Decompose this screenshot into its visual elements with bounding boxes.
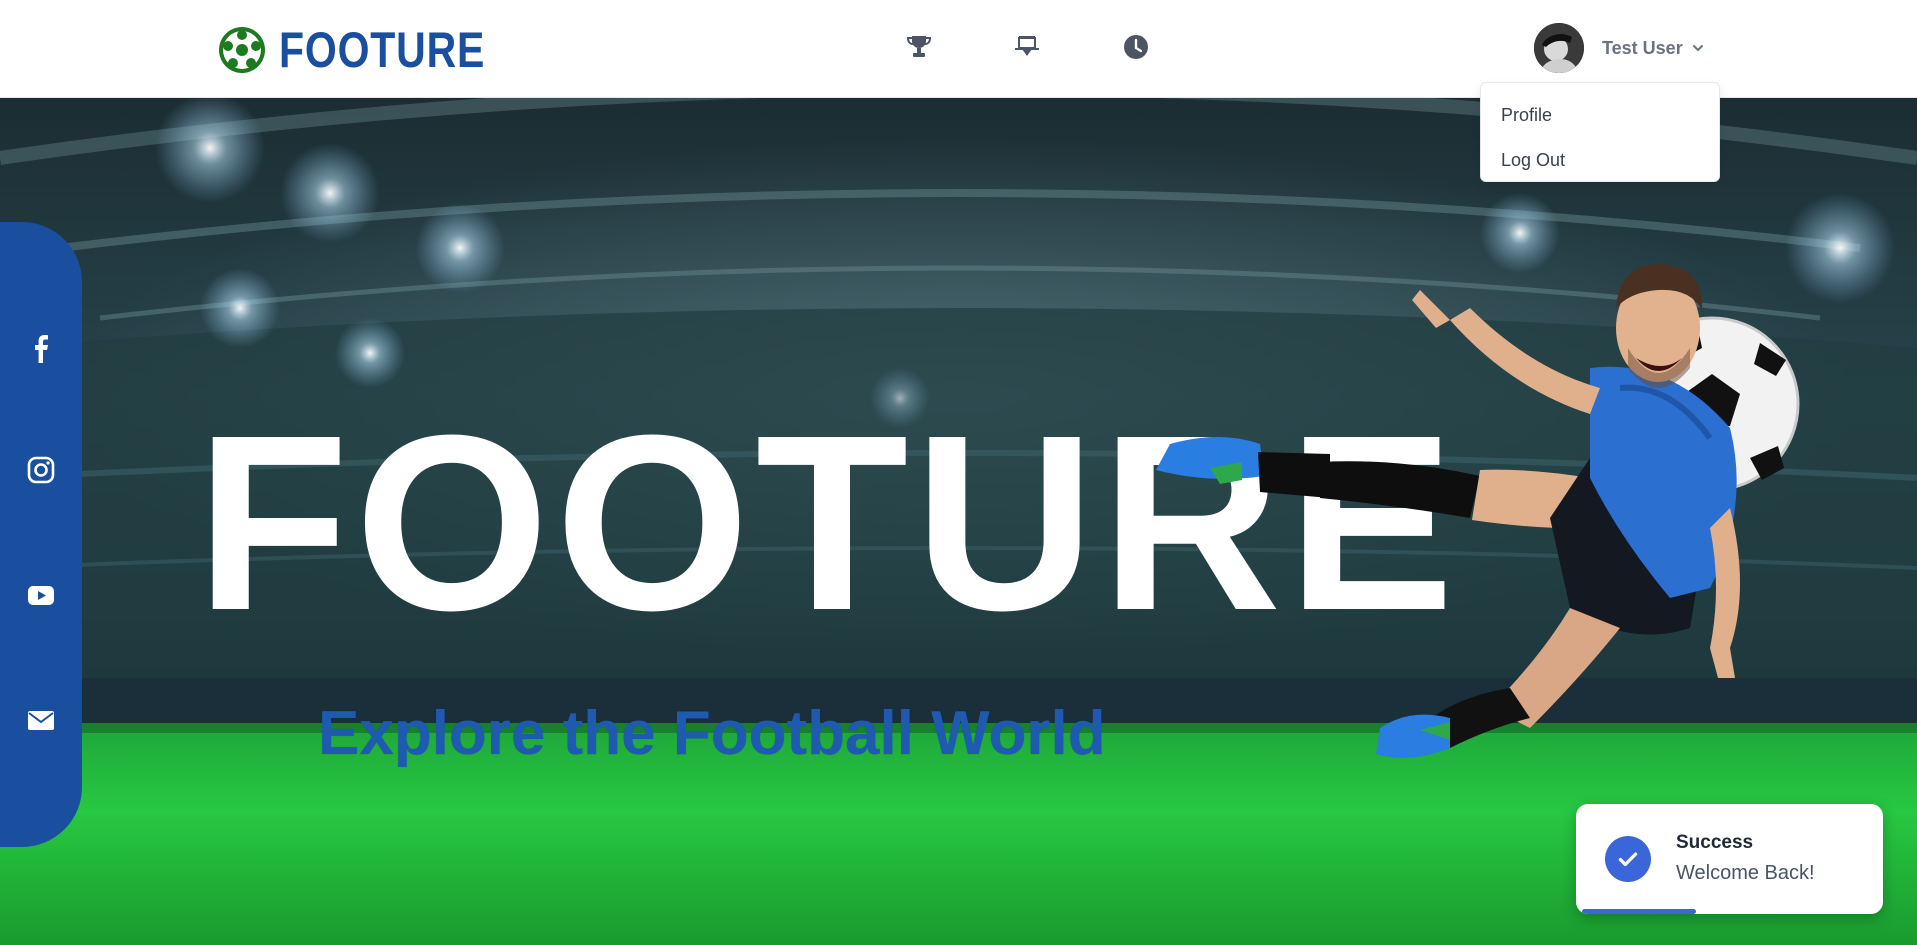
toast-progress-track	[1576, 909, 1883, 914]
soccer-ball-icon	[219, 27, 265, 73]
football-player-image	[1156, 263, 1800, 758]
brand-logo[interactable]: FOOTURE	[217, 24, 530, 76]
menu-item-profile[interactable]: Profile	[1481, 93, 1719, 138]
youtube-icon[interactable]	[21, 575, 61, 615]
stadium-icon[interactable]	[1010, 30, 1044, 64]
clock-icon[interactable]	[1119, 30, 1153, 64]
user-name: Test User	[1602, 37, 1683, 58]
social-links-bar	[0, 222, 82, 847]
brand-name: FOOTURE	[279, 22, 486, 78]
email-icon[interactable]	[21, 700, 61, 740]
trophy-icon[interactable]	[902, 30, 936, 64]
instagram-icon[interactable]	[21, 450, 61, 490]
toast-progress-bar	[1582, 909, 1696, 914]
user-menu[interactable]: Test User	[1534, 22, 1705, 74]
toast-message: Welcome Back!	[1676, 862, 1815, 884]
user-dropdown-menu: Profile Log Out	[1480, 82, 1720, 182]
success-toast[interactable]: Success Welcome Back!	[1576, 804, 1883, 914]
toast-title: Success	[1676, 832, 1754, 853]
hero-subtitle: Explore the Football World	[318, 699, 1106, 768]
menu-item-logout[interactable]: Log Out	[1481, 138, 1719, 183]
check-circle-icon	[1605, 836, 1651, 882]
facebook-icon[interactable]	[21, 328, 61, 368]
avatar	[1534, 23, 1584, 73]
chevron-down-icon	[1692, 45, 1703, 52]
